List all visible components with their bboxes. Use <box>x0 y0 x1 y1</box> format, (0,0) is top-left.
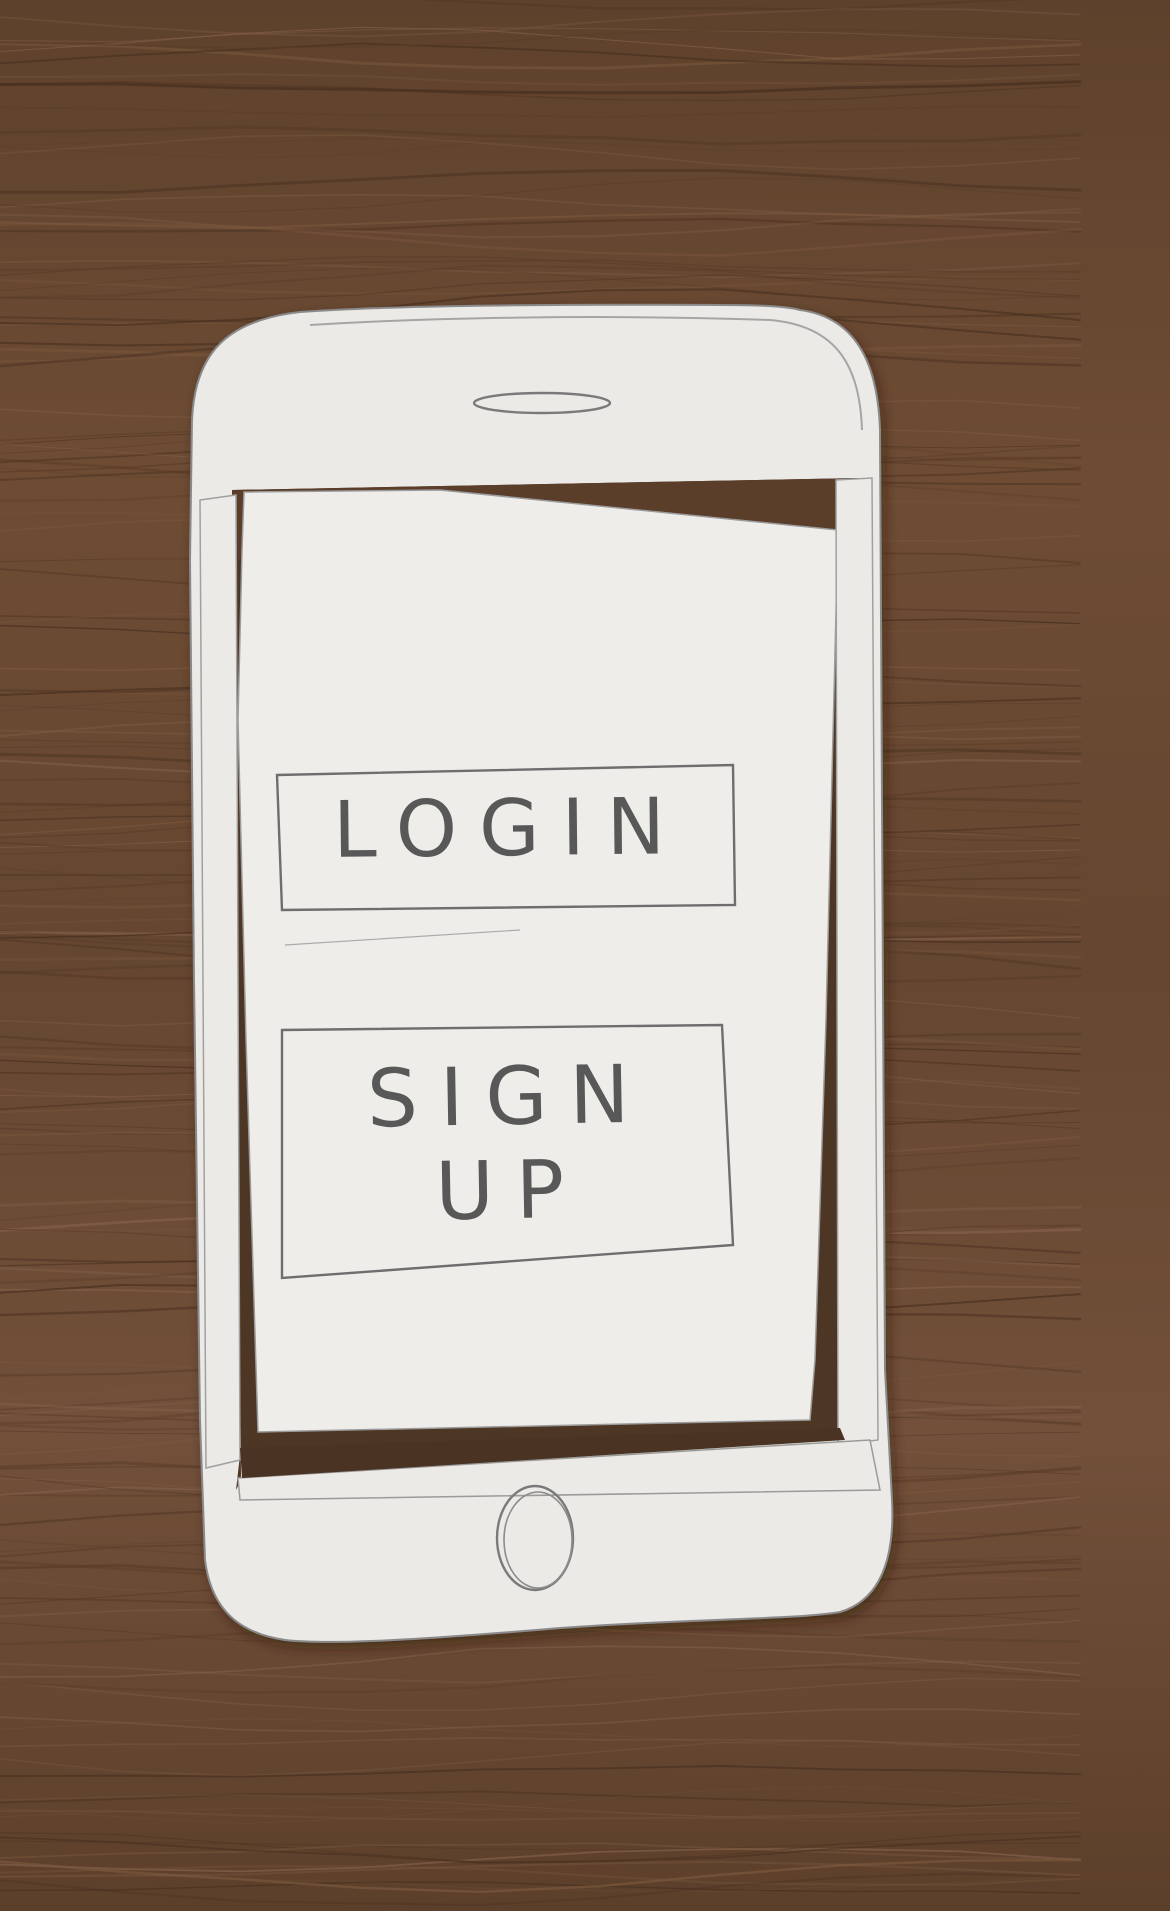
paper-phone-prototype <box>188 303 894 1643</box>
signup-button[interactable] <box>282 1025 733 1278</box>
screen-paper-insert <box>237 489 839 1433</box>
login-button[interactable] <box>277 765 735 910</box>
